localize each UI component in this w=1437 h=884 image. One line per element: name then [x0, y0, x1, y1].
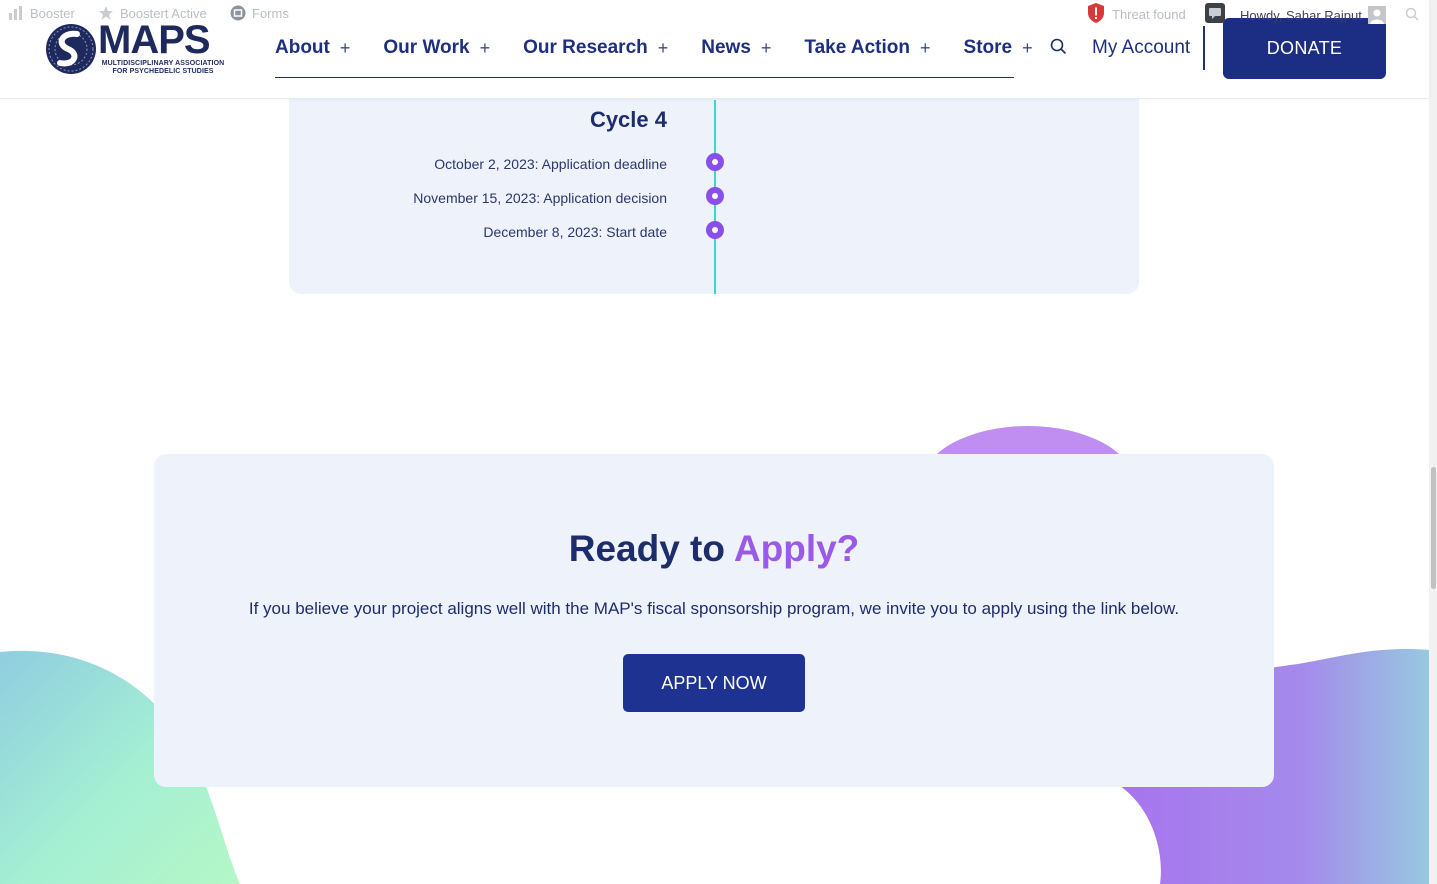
main-nav: About + Our Work + Our Research + News + Tak… [275, 30, 1033, 78]
logo-tagline-line2: FOR PSYCHEDELIC STUDIES [112, 68, 214, 75]
page-scrollbar-track[interactable] [1429, 0, 1437, 884]
search-icon[interactable] [1049, 37, 1069, 57]
admin-bar-booster-label: Booster [30, 5, 75, 21]
my-account-link[interactable]: My Account [1092, 37, 1190, 59]
nav-item-label: Our Research [523, 37, 648, 58]
nav-item-label: News [701, 37, 751, 58]
avatar [1367, 6, 1386, 24]
admin-bar-threat[interactable]: Threat found [1086, 2, 1186, 24]
apply-heading-part1: Ready to [568, 528, 734, 569]
apply-heading: Ready to Apply? [154, 528, 1274, 570]
nav-item-news[interactable]: News + [701, 30, 771, 66]
admin-bar-forms[interactable]: Forms [230, 5, 289, 21]
cycle-title: Cycle 4 [589, 107, 667, 132]
nav-item-store[interactable]: Store + [964, 30, 1033, 66]
admin-bar: Booster Boostert Active Forms Threat fou… [0, 0, 1437, 28]
star-icon [99, 6, 113, 20]
maps-globe-logo-icon [46, 24, 96, 74]
admin-bar-comments[interactable] [1205, 3, 1225, 23]
timeline-dot-icon [706, 221, 724, 239]
apply-card: Ready to Apply? If you believe your proj… [154, 454, 1274, 787]
timeline-item: October 2, 2023: Application deadline [434, 156, 667, 172]
timeline-dot-icon [706, 187, 724, 205]
nav-item-label: Take Action [804, 37, 910, 58]
timeline-dot-icon [706, 153, 724, 171]
forms-icon [230, 5, 246, 21]
plus-icon[interactable]: + [658, 38, 669, 59]
plus-icon[interactable]: + [340, 38, 351, 59]
timeline-item: December 8, 2023: Start date [483, 224, 667, 240]
plus-icon[interactable]: + [920, 38, 931, 59]
nav-item-our-research[interactable]: Our Research + [523, 30, 668, 66]
nav-item-about[interactable]: About + [275, 30, 350, 66]
admin-bar-howdy-label: Howdy, Sahar Rajput [1240, 7, 1362, 23]
admin-bar-howdy[interactable]: Howdy, Sahar Rajput [1240, 6, 1386, 24]
apply-now-button[interactable]: APPLY NOW [623, 654, 805, 712]
header-divider [1203, 26, 1205, 70]
comment-icon [1205, 3, 1225, 23]
page-scrollbar-thumb[interactable] [1431, 467, 1436, 589]
nav-item-take-action[interactable]: Take Action + [804, 30, 930, 66]
shield-alert-icon [1088, 3, 1104, 23]
nav-item-our-work[interactable]: Our Work + [383, 30, 490, 66]
admin-bar-threat-label: Threat found [1112, 7, 1186, 22]
plus-icon[interactable]: + [1022, 38, 1033, 59]
admin-bar-booster[interactable]: Booster [8, 5, 75, 21]
plus-icon[interactable]: + [761, 38, 772, 59]
nav-item-label: Our Work [383, 37, 470, 58]
nav-item-label: About [275, 37, 330, 58]
timeline-item: November 15, 2023: Application decision [413, 190, 667, 206]
admin-bar-booster-active-label: Boostert Active [120, 5, 207, 21]
apply-description: If you believe your project aligns well … [248, 599, 1180, 618]
admin-bar-booster-active[interactable]: Boostert Active [98, 5, 207, 21]
logo-tagline-line1: MULTIDISCIPLINARY ASSOCIATION [101, 60, 225, 67]
admin-bar-search-icon[interactable] [1405, 7, 1419, 21]
bar-chart-icon [9, 6, 22, 20]
plus-icon[interactable]: + [480, 38, 491, 59]
apply-heading-accent: Apply? [733, 528, 860, 569]
admin-bar-forms-label: Forms [252, 5, 289, 21]
maps-logo[interactable]: MAPS MULTIDISCIPLINARY ASSOCIATION FOR P… [44, 20, 226, 76]
logo-tagline: MULTIDISCIPLINARY ASSOCIATION FOR PSYCHE… [100, 60, 226, 76]
nav-item-label: Store [963, 37, 1013, 58]
